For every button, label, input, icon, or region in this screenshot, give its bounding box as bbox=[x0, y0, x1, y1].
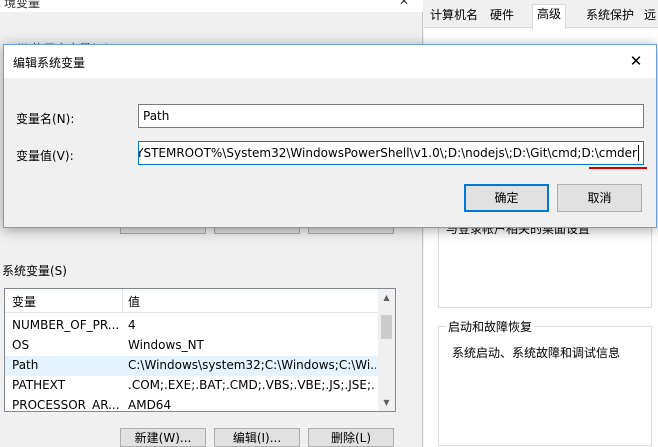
row-variable-value: AMD64 bbox=[128, 398, 172, 412]
tab-system-protection[interactable]: 系统保护 bbox=[582, 6, 638, 28]
table-header: 变量 值 bbox=[5, 289, 379, 313]
row-variable-name: Path bbox=[12, 358, 39, 372]
row-variable-value: Windows_NT bbox=[128, 338, 204, 352]
system-delete-button[interactable]: 删除(L) bbox=[308, 428, 394, 447]
scroll-up-arrow-icon[interactable]: ▲ bbox=[378, 289, 395, 306]
column-header-variable[interactable]: 变量 bbox=[12, 293, 36, 310]
table-row[interactable]: OS Windows_NT bbox=[5, 336, 379, 356]
text-caret bbox=[638, 145, 639, 161]
variable-name-label: 变量名(N): bbox=[16, 112, 75, 126]
table-row[interactable]: PATHEXT .COM;.EXE;.BAT;.CMD;.VBS;.VBE;.J… bbox=[5, 376, 379, 396]
dialog-title: 编辑系统变量 bbox=[13, 56, 86, 70]
row-variable-name: NUMBER_OF_PR... bbox=[12, 318, 120, 332]
variable-value-text: 6SYSTEMROOT%\System32\WindowsPowerShell\… bbox=[138, 146, 637, 160]
tab-strip: 计算机名 硬件 高级 系统保护 远 bbox=[424, 0, 658, 29]
row-variable-name: PROCESSOR_AR... bbox=[12, 398, 120, 412]
close-icon[interactable]: ✕ bbox=[399, 0, 409, 8]
ok-button[interactable]: 确定 bbox=[464, 184, 549, 212]
startup-recovery-title: 启动和故障恢复 bbox=[446, 318, 535, 335]
row-variable-value: C:\Windows\system32;C:\Windows;C:\Wi... bbox=[128, 358, 376, 372]
cancel-button[interactable]: 取消 bbox=[557, 184, 642, 212]
tab-remote[interactable]: 远 bbox=[640, 6, 658, 28]
variable-value-input[interactable]: 6SYSTEMROOT%\System32\WindowsPowerShell\… bbox=[138, 141, 644, 165]
column-divider[interactable] bbox=[122, 289, 123, 313]
system-variables-list[interactable]: 变量 值 NUMBER_OF_PR... 4 OS Windows_NT Pat… bbox=[4, 288, 396, 412]
edit-system-variable-dialog: 编辑系统变量 ✕ 变量名(N): Path 变量值(V): 6SYSTEMROO… bbox=[3, 44, 657, 228]
row-variable-name: PATHEXT bbox=[12, 378, 66, 392]
table-row-selected[interactable]: Path C:\Windows\system32;C:\Windows;C:\W… bbox=[5, 356, 379, 376]
env-window-titlebar: 境变量 ✕ bbox=[0, 0, 423, 12]
system-new-button[interactable]: 新建(W)... bbox=[120, 428, 206, 447]
row-variable-name: OS bbox=[12, 338, 30, 352]
close-icon[interactable]: ✕ bbox=[622, 48, 650, 74]
system-variables-label: 系统变量(S) bbox=[2, 264, 67, 278]
tab-advanced[interactable]: 高级 bbox=[532, 4, 567, 29]
red-underline-annotation bbox=[589, 167, 647, 169]
scroll-down-arrow-icon[interactable]: ▼ bbox=[378, 394, 395, 411]
column-header-value[interactable]: 值 bbox=[128, 293, 140, 310]
tab-computer-name[interactable]: 计算机名 bbox=[426, 6, 482, 28]
vertical-scrollbar[interactable]: ▲ ▼ bbox=[378, 289, 395, 411]
startup-recovery-description: 系统启动、系统故障和调试信息 bbox=[452, 346, 621, 360]
row-variable-value: 4 bbox=[128, 318, 136, 332]
env-window-title: 境变量 bbox=[4, 0, 41, 10]
row-variable-value: .COM;.EXE;.BAT;.CMD;.VBS;.VBE;.JS;.JSE;.… bbox=[128, 378, 376, 392]
tab-hardware[interactable]: 硬件 bbox=[486, 6, 518, 28]
variable-value-label: 变量值(V): bbox=[16, 149, 74, 163]
scroll-thumb[interactable] bbox=[381, 315, 392, 339]
system-edit-button[interactable]: 编辑(I)... bbox=[214, 428, 300, 447]
dialog-titlebar[interactable]: 编辑系统变量 ✕ bbox=[4, 45, 656, 78]
variable-name-input[interactable]: Path bbox=[138, 104, 644, 128]
table-row[interactable]: NUMBER_OF_PR... 4 bbox=[5, 316, 379, 336]
table-row[interactable]: PROCESSOR_AR... AMD64 bbox=[5, 396, 379, 412]
